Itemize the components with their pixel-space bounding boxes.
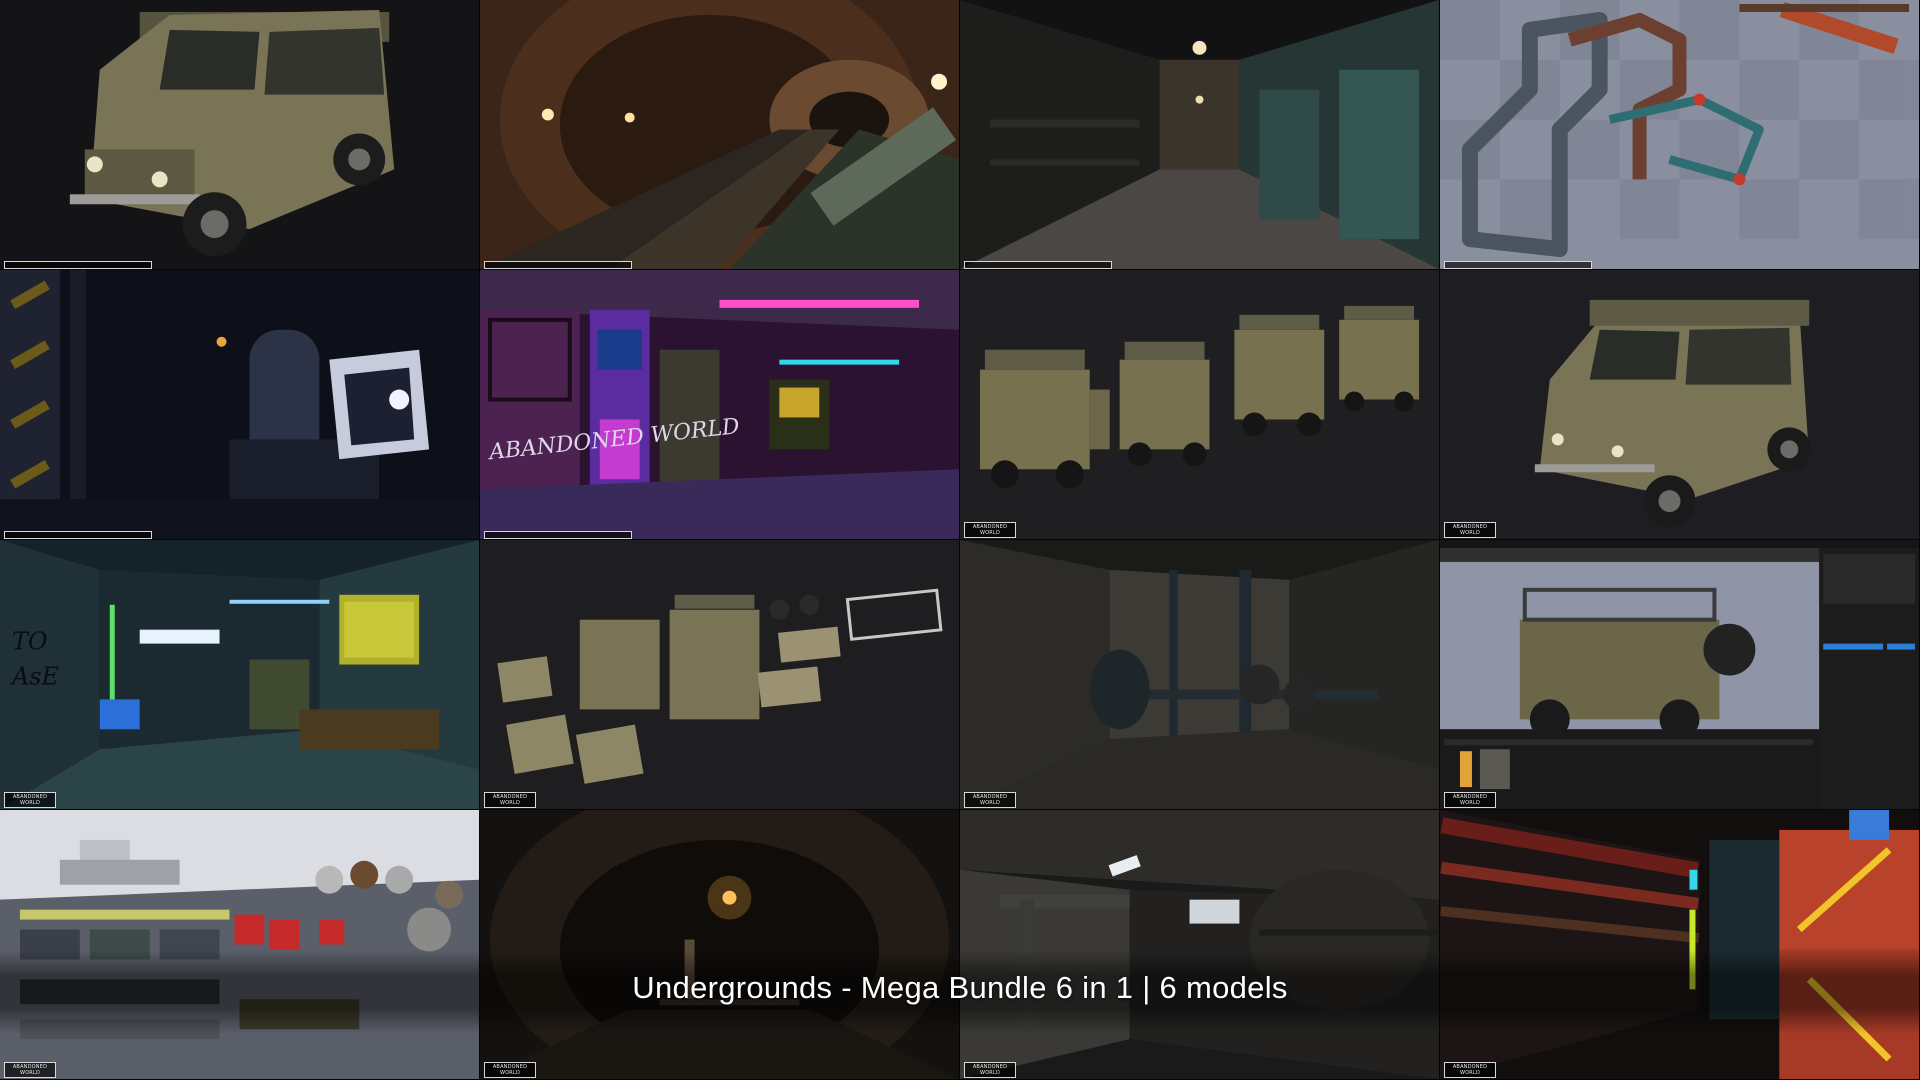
boiler-icon xyxy=(0,270,479,539)
arcade-icon: ABANDONED WORLD xyxy=(480,270,959,539)
pipes-icon xyxy=(1440,0,1919,269)
corridor-icon xyxy=(960,0,1439,269)
watermark-logo xyxy=(964,261,1112,269)
tile-jeep-variants-lineup: ABANDONED WORLD xyxy=(960,270,1440,540)
pipes-icon xyxy=(960,540,1439,809)
watermark-logo: ABANDONED WORLD xyxy=(964,1062,1016,1078)
tile-neon-arcade-room: ABANDONED WORLD xyxy=(480,270,960,540)
watermark-logo: ABANDONED WORLD xyxy=(964,522,1016,538)
watermark-logo: ABANDONED WORLD xyxy=(964,792,1016,808)
jeep-icon xyxy=(960,270,1439,539)
watermark-logo: ABANDONED WORLD xyxy=(1444,522,1496,538)
svg-text:TO: TO xyxy=(12,628,48,656)
watermark-logo xyxy=(484,531,632,539)
jeep-icon xyxy=(0,0,479,269)
jeep-icon xyxy=(1440,270,1919,539)
screenshot-collage: ABANDONED WORLD ABANDONED WORLD ABANDONE… xyxy=(0,0,1920,1080)
pipes-icon xyxy=(960,810,1439,1079)
jeep-icon xyxy=(480,540,959,809)
tunnel-icon xyxy=(480,0,959,269)
watermark-logo xyxy=(1444,261,1592,269)
tile-pump-room-pipes: ABANDONED WORLD xyxy=(960,540,1440,810)
tile-uaz-jeep-hero-render xyxy=(0,0,480,270)
watermark-logo xyxy=(4,531,152,539)
tile-unreal-editor-jeep: ABANDONED WORLD xyxy=(1440,540,1920,810)
tile-uaz-jeep-render-2: ABANDONED WORLD xyxy=(1440,270,1920,540)
tile-tunnel-service-pipes: ABANDONED WORLD xyxy=(960,810,1440,1080)
tunnel-icon xyxy=(480,810,959,1079)
tile-dark-boiler-room xyxy=(0,270,480,540)
watermark-logo: ABANDONED WORLD xyxy=(1444,1062,1496,1078)
tile-graffiti-passage: TO AsE ABANDONED WORLD xyxy=(0,540,480,810)
watermark-logo: ABANDONED WORLD xyxy=(484,792,536,808)
crate-icon xyxy=(1440,810,1919,1079)
tile-dark-tunnel-lamp: ABANDONED WORLD xyxy=(480,810,960,1080)
watermark-logo xyxy=(4,261,152,269)
props-icon xyxy=(0,810,479,1079)
editor-icon xyxy=(1440,540,1919,809)
watermark-logo xyxy=(484,261,632,269)
bundle-title-caption: Undergrounds - Mega Bundle 6 in 1 | 6 mo… xyxy=(632,970,1288,1005)
watermark-logo: ABANDONED WORLD xyxy=(4,1062,56,1078)
corridor-icon: TO AsE xyxy=(0,540,479,809)
svg-text:AsE: AsE xyxy=(10,662,60,690)
tile-corridor-metal-doors xyxy=(960,0,1440,270)
watermark-logo: ABANDONED WORLD xyxy=(484,1062,536,1078)
watermark-logo: ABANDONED WORLD xyxy=(4,792,56,808)
watermark-logo: ABANDONED WORLD xyxy=(1444,792,1496,808)
tile-neon-crates-corridor: ABANDONED WORLD xyxy=(1440,810,1920,1080)
tile-jeep-exploded-parts: ABANDONED WORLD xyxy=(480,540,960,810)
tile-pipe-kit-viewport xyxy=(1440,0,1920,270)
tile-props-asset-overview: ABANDONED WORLD xyxy=(0,810,480,1080)
tile-metro-tunnel-rails xyxy=(480,0,960,270)
